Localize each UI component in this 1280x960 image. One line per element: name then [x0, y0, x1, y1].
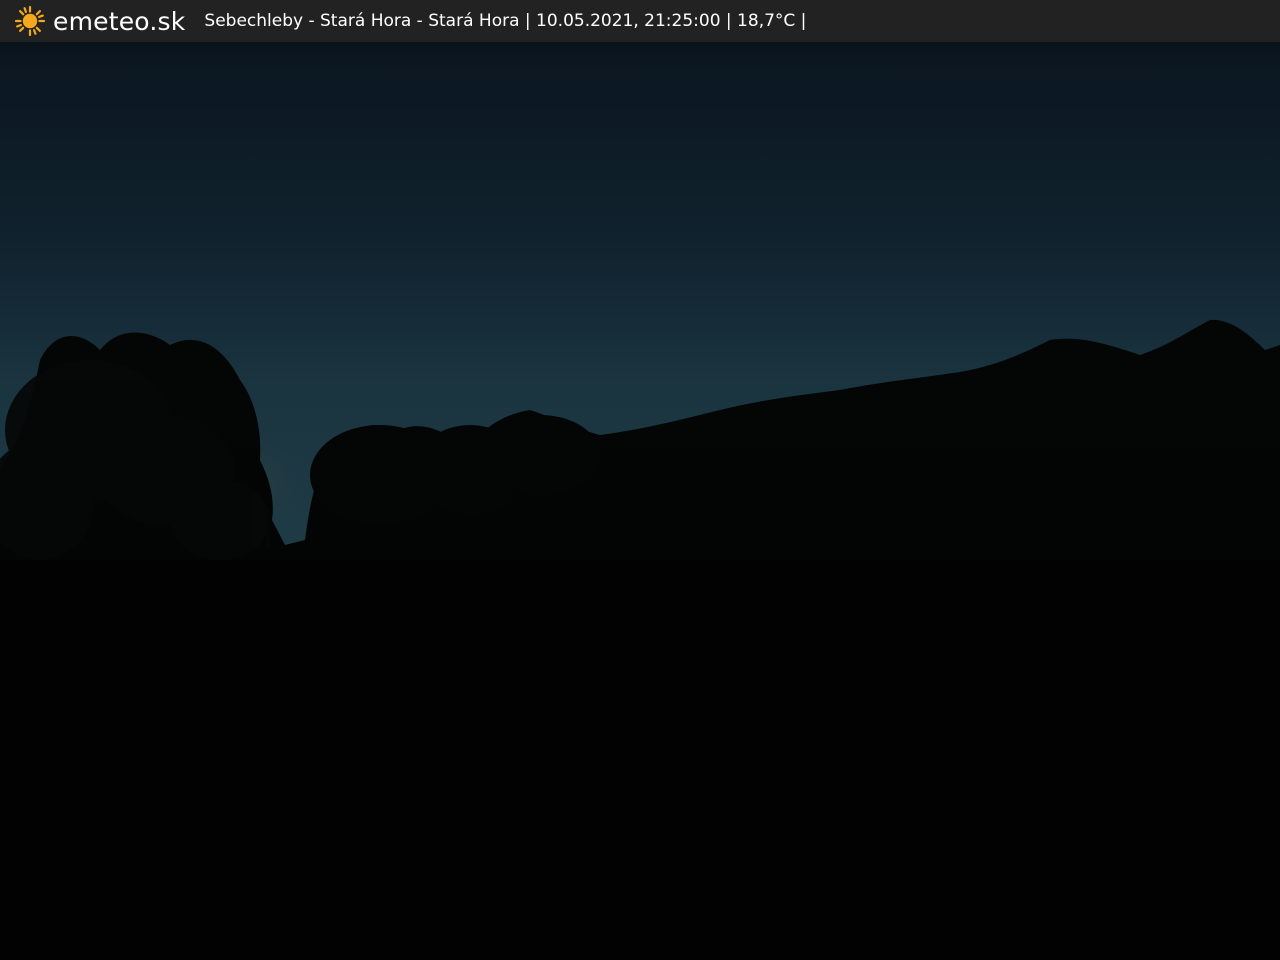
webcam-image	[0, 0, 1280, 960]
foreground	[0, 560, 1280, 960]
header-bar: emeteo.sk Sebechleby - Stará Hora - Star…	[0, 0, 1280, 42]
webcam-frame: emeteo.sk Sebechleby - Stará Hora - Star…	[0, 0, 1280, 960]
spire	[266, 512, 270, 548]
webcam-caption: Sebechleby - Stará Hora - Stará Hora | 1…	[204, 11, 807, 31]
brand-logo[interactable]: emeteo.sk	[14, 5, 185, 37]
sun-icon	[14, 5, 46, 37]
brand-name: emeteo.sk	[53, 6, 186, 36]
